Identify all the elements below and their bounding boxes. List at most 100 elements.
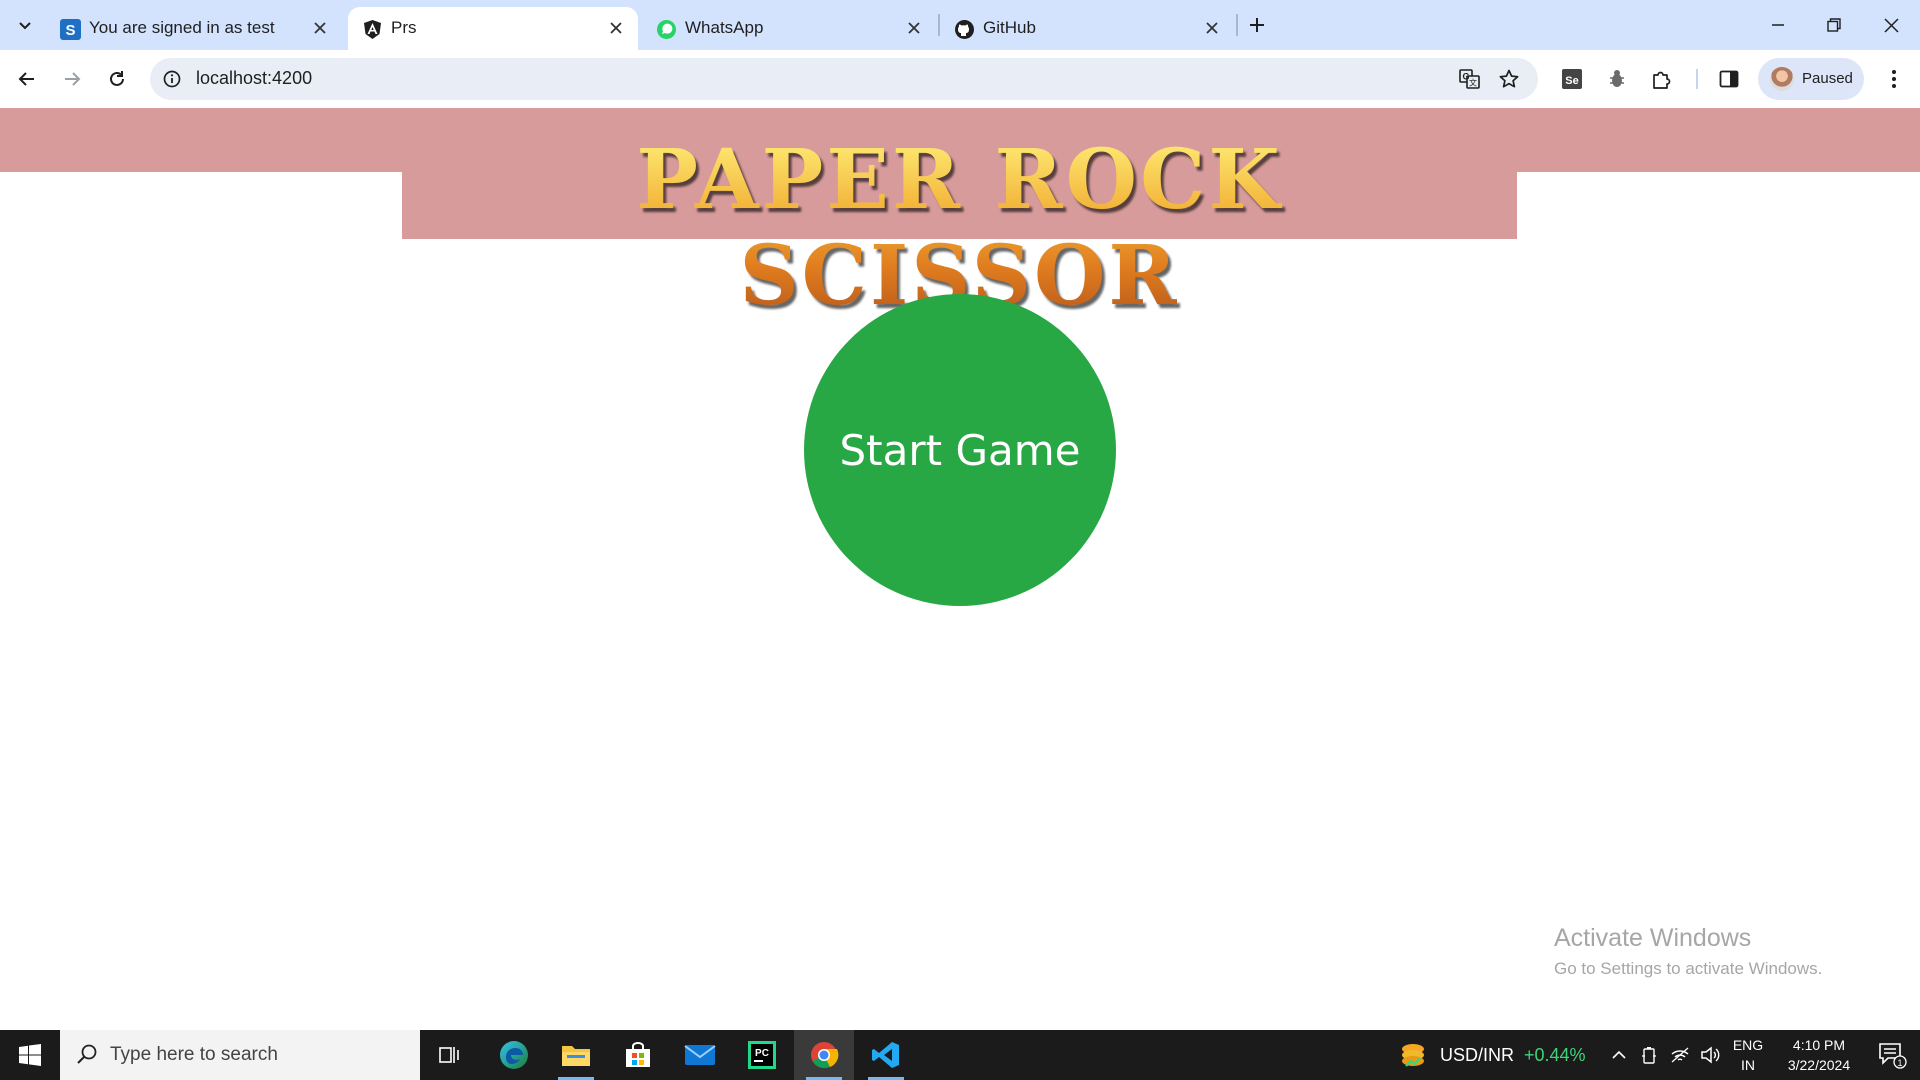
network-button[interactable] (1666, 1030, 1694, 1080)
wifi-icon (1671, 1047, 1689, 1063)
stock-ticker-widget[interactable]: USD/INR +0.44% (1396, 1030, 1586, 1080)
arrow-right-icon (65, 72, 81, 86)
new-tab-button[interactable] (1241, 9, 1273, 41)
tab-close-button[interactable] (1200, 16, 1224, 40)
minimize-icon (1772, 24, 1784, 26)
selenium-icon: Se (1562, 69, 1582, 89)
speaker-icon (1701, 1046, 1720, 1064)
notification-icon: 1 (1879, 1043, 1907, 1069)
reload-icon (110, 71, 124, 86)
svg-text:PC: PC (755, 1048, 769, 1059)
ticker-change: +0.44% (1524, 1044, 1586, 1065)
profile-status-label: Paused (1802, 70, 1853, 87)
info-icon (163, 70, 181, 88)
github-icon (955, 20, 974, 39)
task-view-button[interactable] (420, 1030, 480, 1080)
address-bar[interactable]: localhost:4200 G文 (150, 58, 1538, 100)
tab-prs[interactable]: Prs (348, 7, 638, 50)
tab-whatsapp[interactable]: WhatsApp (642, 7, 936, 50)
close-icon (1206, 22, 1218, 34)
tab-search-dropdown-button[interactable] (9, 9, 41, 41)
chevron-down-icon (19, 22, 31, 30)
browser-menu-button[interactable] (1878, 63, 1910, 95)
toolbar-divider (1696, 69, 1698, 89)
taskbar-edge[interactable] (484, 1030, 544, 1080)
bug-extension-button[interactable] (1601, 63, 1633, 95)
taskbar-store[interactable] (608, 1030, 668, 1080)
search-placeholder: Type here to search (110, 1044, 278, 1065)
translate-icon: G文 (1459, 69, 1480, 89)
url-text[interactable]: localhost:4200 (196, 68, 312, 89)
restore-button[interactable] (1818, 9, 1850, 41)
minimize-button[interactable] (1762, 9, 1794, 41)
device-tray-button[interactable] (1636, 1030, 1662, 1080)
taskbar: Type here to search PC USD/INR +0.44% EN… (0, 1030, 1920, 1080)
taskbar-file-explorer[interactable] (546, 1030, 606, 1080)
ticker-symbol: USD/INR (1440, 1044, 1515, 1065)
plus-icon (1250, 18, 1264, 32)
close-icon (314, 22, 326, 34)
start-game-button[interactable]: Start Game (804, 294, 1116, 606)
folder-icon (562, 1046, 590, 1066)
notification-center-button[interactable]: 1 (1868, 1030, 1916, 1080)
back-button[interactable] (11, 63, 43, 95)
kebab-menu-icon (1892, 70, 1896, 88)
page-content: PAPER ROCK SCISSOR Start Game Activate W… (0, 108, 1920, 1030)
vscode-icon (872, 1042, 899, 1068)
watermark-subtitle: Go to Settings to activate Windows. (1554, 959, 1823, 978)
close-icon (908, 22, 920, 34)
tab-title: WhatsApp (685, 18, 764, 37)
battery-icon (1642, 1047, 1656, 1064)
taskbar-pycharm[interactable]: PC (732, 1030, 792, 1080)
notification-count: 1 (1897, 1058, 1902, 1068)
close-window-button[interactable] (1875, 9, 1907, 41)
svg-text:文: 文 (1469, 78, 1477, 88)
tab-title: Prs (391, 18, 417, 37)
translate-button[interactable]: G文 (1454, 63, 1486, 95)
tab-close-button[interactable] (604, 16, 628, 40)
tab-close-button[interactable] (902, 16, 926, 40)
taskbar-mail[interactable] (670, 1030, 730, 1080)
close-icon (1883, 17, 1899, 33)
clock[interactable]: 4:10 PM 3/22/2024 (1774, 1035, 1864, 1075)
restore-icon (1827, 18, 1841, 32)
region-code: IN (1741, 1057, 1755, 1073)
chevron-up-icon (1612, 1050, 1626, 1059)
windows-logo-icon (19, 1044, 41, 1066)
reload-button[interactable] (101, 63, 133, 95)
start-button[interactable] (0, 1030, 60, 1080)
mail-icon (684, 1045, 716, 1065)
close-icon (610, 22, 622, 34)
chrome-icon (811, 1042, 839, 1069)
input-language-button[interactable]: ENG IN (1732, 1035, 1764, 1075)
language-code: ENG (1732, 1037, 1764, 1053)
profile-button[interactable]: Paused (1758, 58, 1864, 100)
bug-icon (1610, 70, 1624, 87)
forward-button[interactable] (56, 63, 88, 95)
tab-github[interactable]: GitHub (940, 7, 1234, 50)
store-icon (626, 1042, 650, 1067)
tab-separator (1236, 14, 1238, 36)
show-hidden-icons-button[interactable] (1606, 1030, 1632, 1080)
tab-title: You are signed in as test (89, 18, 275, 37)
extensions-button[interactable] (1646, 63, 1678, 95)
side-panel-button[interactable] (1713, 63, 1745, 95)
site-info-button[interactable] (156, 63, 188, 95)
volume-button[interactable] (1696, 1030, 1724, 1080)
taskbar-chrome[interactable] (794, 1030, 854, 1080)
search-icon (77, 1044, 97, 1064)
selenium-extension-button[interactable]: Se (1556, 63, 1588, 95)
arrow-left-icon (18, 72, 34, 86)
pycharm-icon: PC (748, 1041, 776, 1069)
taskbar-vscode[interactable] (856, 1030, 916, 1080)
clock-time: 4:10 PM (1792, 1037, 1846, 1053)
puzzle-icon (1653, 71, 1671, 89)
taskbar-search[interactable]: Type here to search (60, 1030, 420, 1080)
svg-text:Se: Se (1565, 75, 1578, 87)
svg-text:S: S (65, 22, 75, 39)
tab-signed-in[interactable]: S You are signed in as test (46, 7, 344, 50)
task-view-icon (439, 1047, 459, 1063)
browser-toolbar: localhost:4200 G文 Se Paused (0, 50, 1920, 108)
bookmark-star-button[interactable] (1493, 63, 1525, 95)
tab-close-button[interactable] (308, 16, 332, 40)
